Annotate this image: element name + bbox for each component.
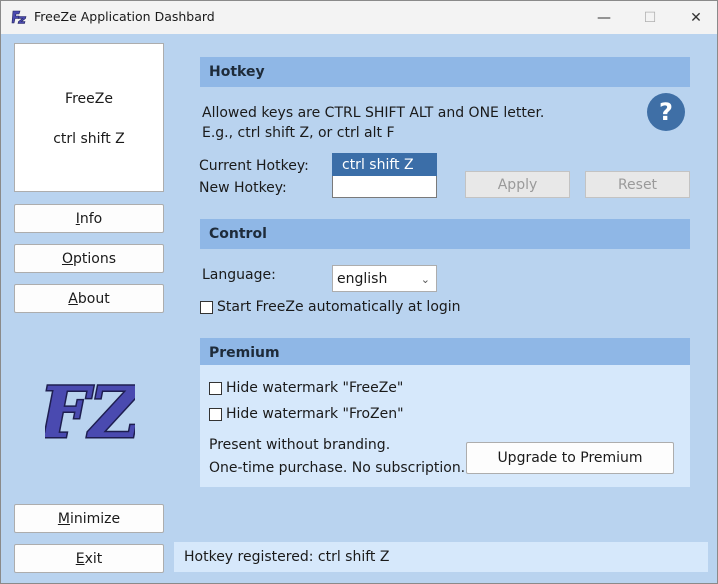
minimize-accel: M xyxy=(57,510,70,527)
about-rest: bout xyxy=(77,290,110,307)
exit-rest: xit xyxy=(84,550,103,567)
freeze-logo: FZ xyxy=(45,370,135,452)
preview-app-name: FreeZe xyxy=(65,91,113,107)
window-maximize-button[interactable]: ☐ xyxy=(627,1,673,34)
new-hotkey-input[interactable] xyxy=(332,176,437,198)
autostart-checkbox[interactable] xyxy=(200,301,213,314)
hotkey-example-text: E.g., ctrl shift Z, or ctrl alt F xyxy=(202,125,395,141)
minimize-button[interactable]: Minimize xyxy=(14,504,164,533)
control-section-header: Control xyxy=(200,219,690,249)
current-hotkey-field: ctrl shift Z xyxy=(332,153,437,176)
hide-frozen-watermark-checkbox[interactable] xyxy=(209,408,222,421)
language-select[interactable]: english ⌄ xyxy=(332,265,437,292)
hotkey-section-header: Hotkey xyxy=(200,57,690,87)
upgrade-to-premium-button[interactable]: Upgrade to Premium xyxy=(466,442,674,474)
window-title: FreeZe Application Dashbard xyxy=(34,9,215,24)
minimize-rest: inimize xyxy=(69,510,121,527)
about-accel: A xyxy=(68,290,78,307)
hotkey-preview-panel: FreeZe ctrl shift Z xyxy=(14,43,164,192)
info-button[interactable]: Info xyxy=(14,204,164,233)
hide-frozen-watermark-label: Hide watermark "FroZen" xyxy=(226,406,404,422)
about-button[interactable]: About xyxy=(14,284,164,313)
premium-section-header: Premium xyxy=(200,338,690,366)
window-minimize-button[interactable]: — xyxy=(581,1,627,34)
reset-button[interactable]: Reset xyxy=(585,171,690,198)
premium-description-line1: Present without branding. xyxy=(209,437,391,453)
hide-freeze-watermark-checkbox[interactable] xyxy=(209,382,222,395)
info-rest: nfo xyxy=(79,210,103,227)
new-hotkey-label: New Hotkey: xyxy=(199,180,287,196)
app-icon xyxy=(11,10,27,24)
title-bar: FreeZe Application Dashbard — ☐ ✕ xyxy=(1,1,717,34)
hide-freeze-watermark-label: Hide watermark "FreeZe" xyxy=(226,380,404,396)
current-hotkey-label: Current Hotkey: xyxy=(199,158,309,174)
apply-button[interactable]: Apply xyxy=(465,171,570,198)
logo-text: FZ xyxy=(45,371,135,451)
premium-description-line2: One-time purchase. No subscription. xyxy=(209,460,466,476)
options-accel: O xyxy=(61,250,74,267)
help-icon[interactable]: ? xyxy=(647,93,685,131)
preview-hotkey: ctrl shift Z xyxy=(53,131,125,147)
options-button[interactable]: Options xyxy=(14,244,164,273)
allowed-keys-text: Allowed keys are CTRL SHIFT ALT and ONE … xyxy=(202,105,545,121)
exit-accel: E xyxy=(75,550,85,567)
language-label: Language: xyxy=(202,267,276,283)
options-rest: ptions xyxy=(73,250,117,267)
language-value: english xyxy=(337,271,388,287)
autostart-label: Start FreeZe automatically at login xyxy=(217,299,461,315)
chevron-down-icon: ⌄ xyxy=(420,273,430,286)
window-close-button[interactable]: ✕ xyxy=(673,1,718,34)
status-bar: Hotkey registered: ctrl shift Z xyxy=(174,542,708,572)
exit-button[interactable]: Exit xyxy=(14,544,164,573)
app-window: FreeZe Application Dashbard — ☐ ✕ FreeZe… xyxy=(0,0,718,584)
